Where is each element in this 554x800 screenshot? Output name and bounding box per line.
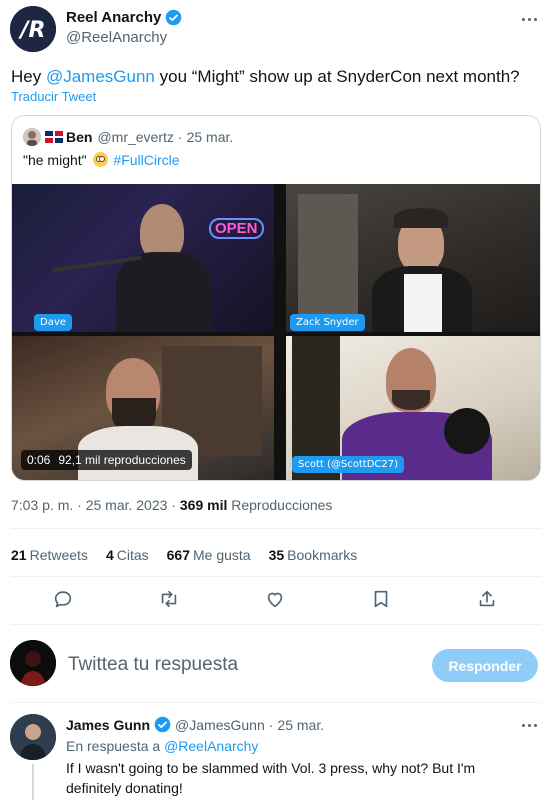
quote-header: Ben @mr_evertz · 25 mar. [23,128,233,146]
reply-date[interactable]: 25 mar. [277,717,324,733]
bookmarks-stat[interactable]: 35 Bookmarks [269,547,358,563]
participant-tag-zack: Zack Snyder [290,314,365,331]
bookmarks-count: 35 [268,547,285,563]
verified-badge-icon [166,9,182,26]
retweets-stat[interactable]: 21 Retweets [11,547,88,563]
replying-to-handle[interactable]: @ReelAnarchy [164,738,258,754]
video-panel-dave: OPEN Dave [12,184,274,332]
participant-tag-dave: Dave [34,314,72,331]
video-panel-scott: Scott (@ScottDC27) [286,336,540,480]
verified-badge-icon [154,716,171,733]
tweet-meta: 7:03 p. m. · 25 mar. 2023 · 369 mil Repr… [11,497,332,513]
tweet-timestamp[interactable]: 7:03 p. m. · 25 mar. 2023 · [11,497,180,513]
divider [11,528,541,529]
quote-date[interactable]: 25 mar. [187,129,234,145]
video-player[interactable]: OPEN Dave Zack Snyder Scott (@ScottDC27)… [12,184,540,480]
views-count: 369 mil [179,497,228,513]
mention-link[interactable]: @JamesGunn [46,67,155,86]
reply-button[interactable]: Responder [432,649,538,682]
reply-author-avatar[interactable] [10,714,56,760]
reply-icon[interactable] [52,588,74,610]
flag-icon [45,131,63,143]
open-sign: OPEN [209,218,264,239]
tweet-text-part: Hey [11,67,46,86]
participant-tag-scott: Scott (@ScottDC27) [292,456,404,473]
video-panel-zack: Zack Snyder [286,184,540,332]
reply-author-handle[interactable]: @JamesGunn [175,717,265,733]
likes-stat[interactable]: 667 Me gusta [167,547,251,563]
author-handle[interactable]: @ReelAnarchy [66,29,167,46]
more-icon[interactable] [518,718,540,732]
replying-to: En respuesta a @ReelAnarchy [66,738,258,754]
author-name[interactable]: Reel Anarchy [66,9,182,26]
reply-header: James Gunn @JamesGunn · 25 mar. [66,716,324,733]
flushed-emoji-icon [92,152,108,167]
author-name-text[interactable]: Reel Anarchy [66,9,161,26]
quotes-stat[interactable]: 4 Citas [106,547,149,563]
tweet-text: Hey @JamesGunn you “Might” show up at Sn… [11,66,541,87]
retweet-icon[interactable] [158,588,180,610]
action-bar [0,588,554,614]
divider [11,624,541,625]
quote-author-handle[interactable]: @mr_evertz [97,129,173,145]
hashtag-link[interactable]: #FullCircle [113,152,179,168]
tweet-text-part: you “Might” show up at SnyderCon next mo… [154,67,520,86]
quotes-count: 4 [105,547,114,563]
user-avatar[interactable] [10,640,56,686]
more-icon[interactable] [518,10,540,28]
separator: · [177,129,183,145]
quote-text: "he might" #FullCircle [23,152,180,168]
bookmark-icon[interactable] [370,588,392,610]
reply-text: If I wasn't going to be slammed with Vol… [66,760,476,796]
reply-tweet[interactable]: James Gunn @JamesGunn · 25 mar. En respu… [0,712,554,800]
views-label: Reproducciones [227,497,333,513]
author-avatar[interactable]: /R [10,6,56,52]
retweets-label: Retweets [29,547,88,563]
tweet-header: /R Reel Anarchy @ReelAnarchy [0,0,554,60]
video-time: 0:06 [27,453,51,467]
likes-count: 667 [166,547,190,563]
retweets-count: 21 [11,547,27,563]
tweet-stats: 21 Retweets 4 Citas 667 Me gusta 35 Bookmark… [11,547,357,563]
reply-input[interactable] [68,653,408,677]
like-icon[interactable] [264,588,286,610]
separator: · [268,716,274,733]
thread-line [32,764,34,800]
video-views: 92,1 mil reproducciones [58,453,186,467]
quotes-label: Citas [116,547,149,563]
replying-to-prefix: En respuesta a [66,738,165,754]
reply-composer: Responder [0,638,554,692]
video-info-overlay: 0:06 92,1 mil reproducciones [21,450,192,470]
quote-author-name[interactable]: Ben [66,129,92,145]
svg-text:/R: /R [18,18,46,43]
quote-text-part: "he might" [23,152,91,168]
likes-label: Me gusta [193,547,251,563]
share-icon[interactable] [476,588,498,610]
reply-author-name[interactable]: James Gunn [66,717,150,733]
translate-link[interactable]: Traducir Tweet [11,89,96,104]
bookmarks-label: Bookmarks [287,547,358,563]
quote-avatar[interactable] [23,128,41,146]
divider [11,576,541,577]
quoted-tweet[interactable]: Ben @mr_evertz · 25 mar. "he might" #Ful… [11,115,541,481]
divider [11,702,541,703]
